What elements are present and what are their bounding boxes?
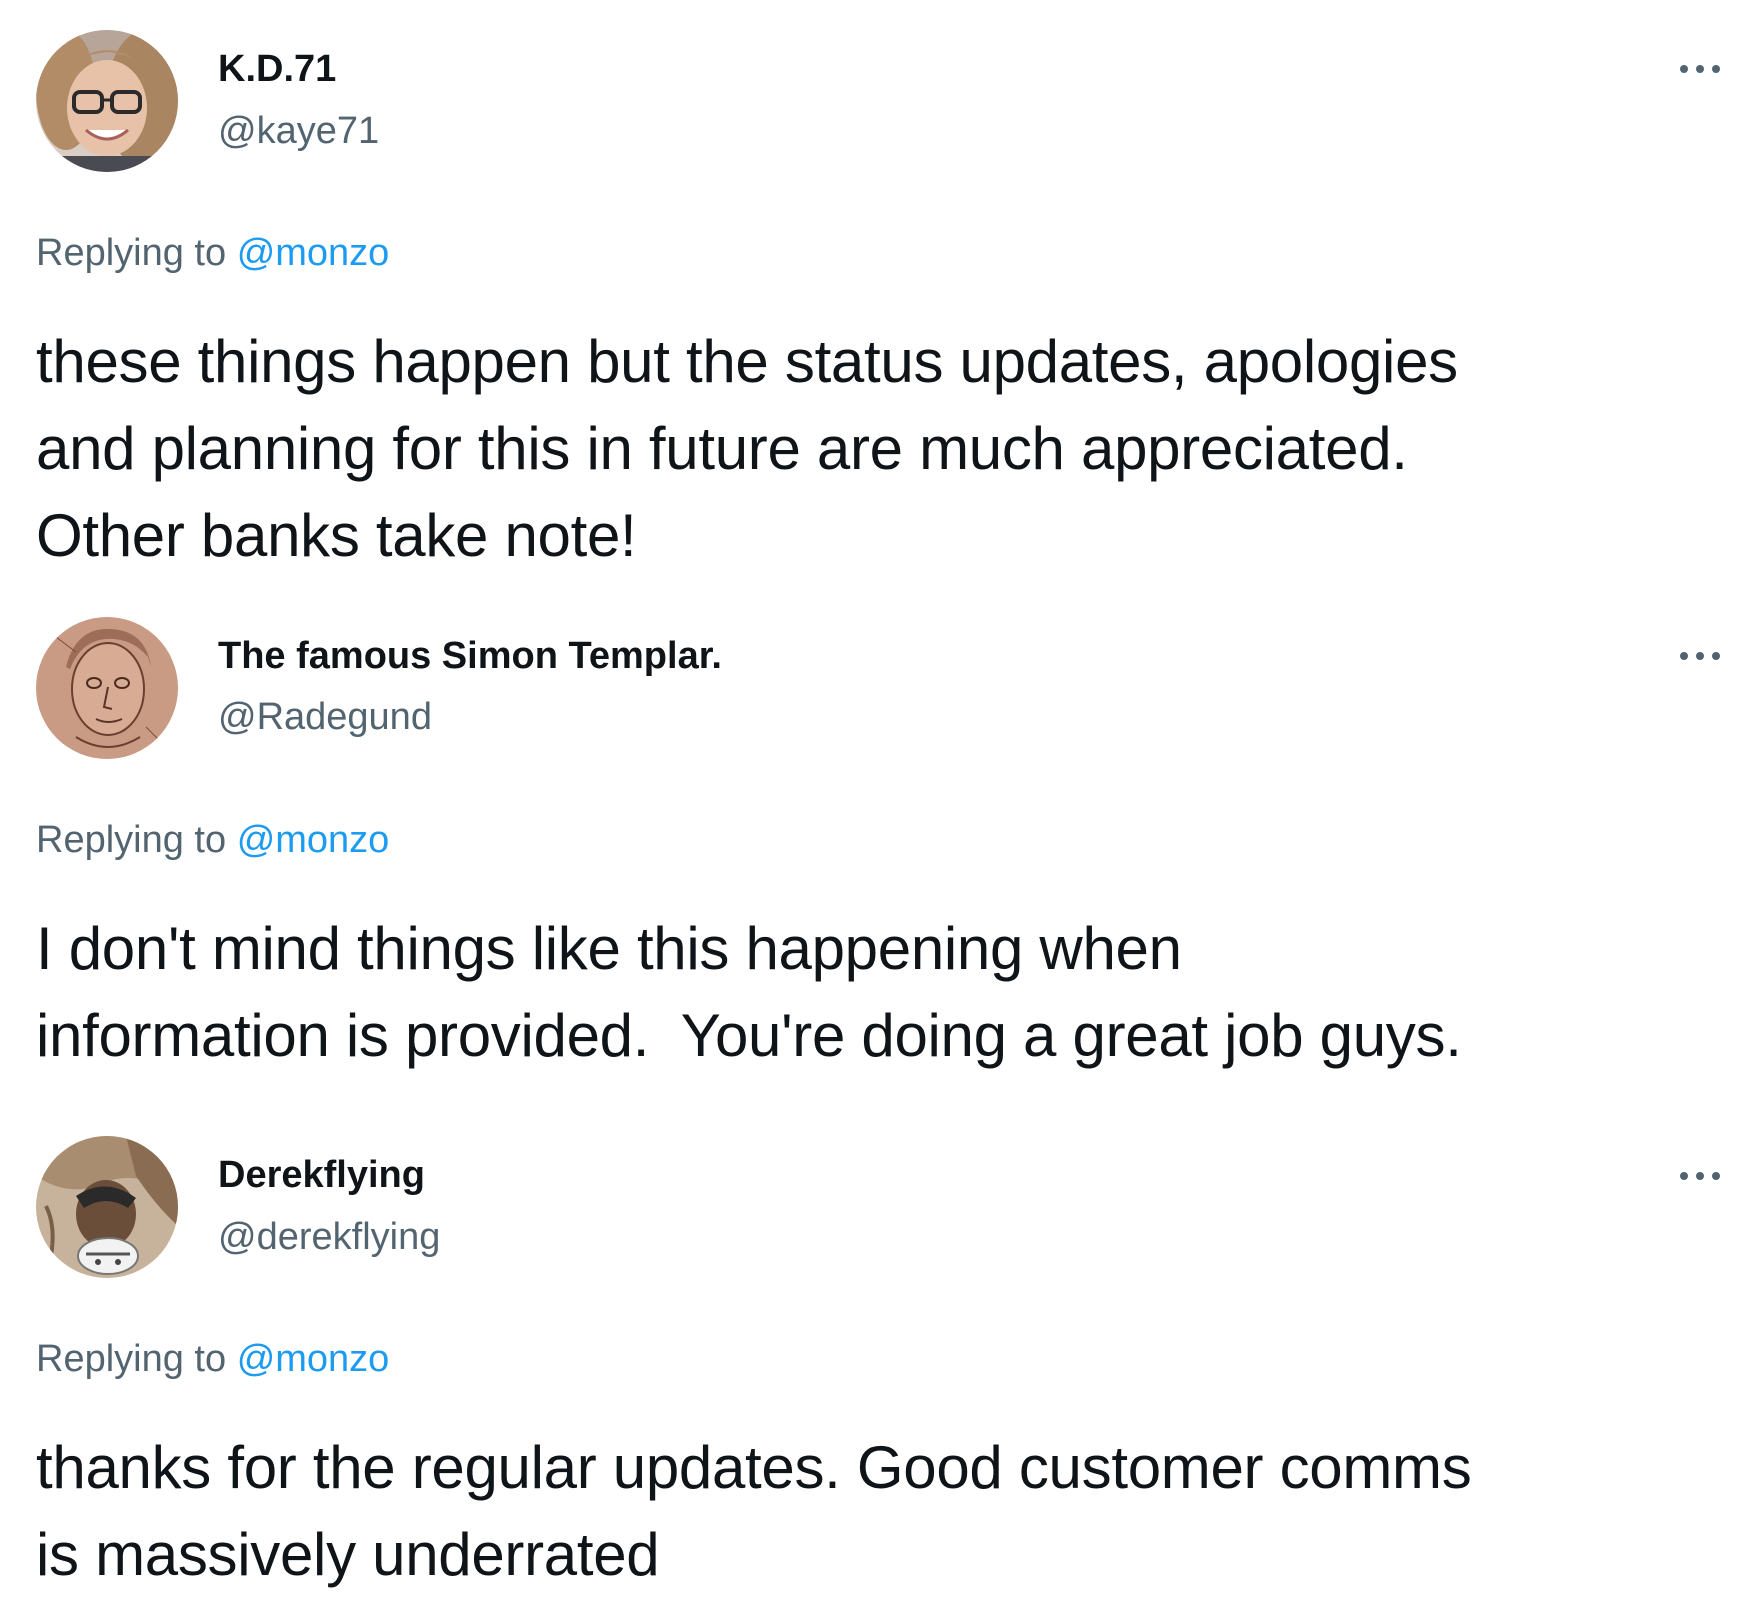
- avatar-sketch-portrait-icon: [36, 617, 178, 759]
- mention-link[interactable]: @monzo: [237, 232, 390, 274]
- replying-to-line: Replying to @monzo: [36, 1336, 389, 1382]
- display-name[interactable]: Derekflying: [218, 1152, 425, 1198]
- avatar[interactable]: [36, 30, 178, 172]
- tweet-text: thanks for the regular updates. Good cus…: [36, 1434, 1472, 1588]
- more-horizontal-icon: [1680, 1172, 1720, 1180]
- avatar[interactable]: [36, 1136, 178, 1278]
- display-name[interactable]: The famous Simon Templar.: [218, 633, 722, 679]
- mention-link[interactable]: @monzo: [237, 819, 390, 861]
- more-horizontal-icon: [1680, 65, 1720, 73]
- replying-to-line: Replying to @monzo: [36, 230, 389, 276]
- more-options-button[interactable]: [1670, 641, 1730, 671]
- avatar-photo-woman-glasses-icon: [36, 30, 178, 172]
- more-horizontal-icon: [1680, 652, 1720, 660]
- more-options-button[interactable]: [1670, 54, 1730, 84]
- display-name[interactable]: K.D.71: [218, 46, 336, 92]
- replying-to-label: Replying to: [36, 819, 227, 861]
- more-options-button[interactable]: [1670, 1161, 1730, 1191]
- user-handle[interactable]: @Radegund: [218, 694, 432, 740]
- user-handle[interactable]: @kaye71: [218, 108, 379, 154]
- replying-to-label: Replying to: [36, 1338, 227, 1380]
- tweet-text: these things happen but the status updat…: [36, 328, 1458, 569]
- replying-to-line: Replying to @monzo: [36, 817, 389, 863]
- avatar[interactable]: [36, 617, 178, 759]
- replying-to-label: Replying to: [36, 232, 227, 274]
- mention-link[interactable]: @monzo: [237, 1338, 390, 1380]
- tweet-text: I don't mind things like this happening …: [36, 915, 1462, 1069]
- avatar-photo-helmet-icon: [36, 1136, 178, 1278]
- user-handle[interactable]: @derekflying: [218, 1214, 440, 1260]
